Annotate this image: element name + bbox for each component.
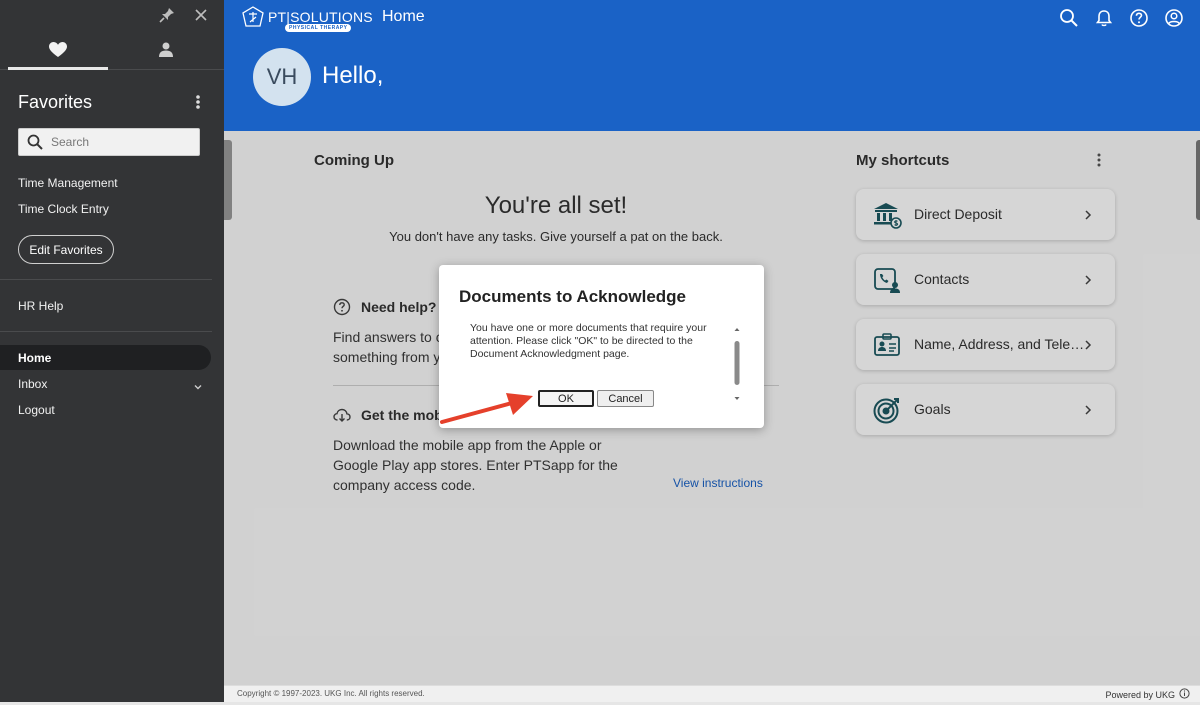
logo-mark-icon xyxy=(242,6,264,28)
favorite-time-clock-entry[interactable]: Time Clock Entry xyxy=(18,202,109,216)
search-input[interactable] xyxy=(51,133,191,151)
copyright-text: Copyright © 1997-2023. UKG Inc. All righ… xyxy=(237,689,425,698)
greeting: Hello, xyxy=(322,62,384,89)
info-icon[interactable] xyxy=(1179,688,1190,701)
company-logo[interactable]: PT|SOLUTIONS PHYSICAL THERAPY xyxy=(242,4,373,32)
close-icon[interactable] xyxy=(192,6,210,24)
sidebar-divider xyxy=(0,279,212,280)
hr-help-link[interactable]: HR Help xyxy=(18,299,63,313)
search-icon[interactable] xyxy=(1059,8,1079,28)
search-icon xyxy=(27,134,43,150)
dialog-message: You have one or more documents that requ… xyxy=(470,322,707,360)
page-title: Home xyxy=(382,8,425,25)
favorites-search[interactable] xyxy=(18,128,200,156)
bell-icon[interactable] xyxy=(1094,8,1114,28)
nav-inbox[interactable]: Inbox xyxy=(18,377,47,391)
sidebar-tabs xyxy=(0,34,224,70)
sidebar: Favorites Time Management Time Clock Ent… xyxy=(0,0,224,702)
nav-home-label: Home xyxy=(18,351,52,365)
annotation-arrow-icon xyxy=(440,393,533,424)
favorites-title: Favorites xyxy=(18,92,93,112)
chevron-down-icon[interactable] xyxy=(193,379,203,390)
footer: Copyright © 1997-2023. UKG Inc. All righ… xyxy=(224,685,1200,702)
nav-home[interactable]: Home xyxy=(0,345,211,370)
cancel-button[interactable]: Cancel xyxy=(597,390,654,407)
sidebar-top-actions xyxy=(158,6,210,24)
dialog-title: Documents to Acknowledge xyxy=(459,287,687,306)
sidebar-divider xyxy=(0,331,212,332)
dialog-scrollbar[interactable] xyxy=(733,325,741,403)
help-icon[interactable] xyxy=(1129,8,1149,28)
favorite-time-management[interactable]: Time Management xyxy=(18,176,118,190)
tab-favorites[interactable] xyxy=(8,34,108,70)
powered-by: Powered by UKG xyxy=(1105,688,1190,701)
heart-icon xyxy=(49,41,67,63)
powered-by-text: Powered by UKG xyxy=(1105,689,1175,700)
top-header: PT|SOLUTIONS PHYSICAL THERAPY Home VH He… xyxy=(224,0,1200,131)
tab-profile[interactable] xyxy=(116,34,216,70)
logo-text: PT|SOLUTIONS xyxy=(268,9,373,25)
logo-subtext: PHYSICAL THERAPY xyxy=(285,24,352,32)
pin-icon[interactable] xyxy=(158,6,176,24)
ok-button[interactable]: OK xyxy=(538,390,594,407)
edit-favorites-button[interactable]: Edit Favorites xyxy=(18,235,114,264)
account-icon[interactable] xyxy=(1164,8,1184,28)
person-icon xyxy=(159,42,173,62)
favorites-menu-icon[interactable] xyxy=(190,92,206,112)
header-actions xyxy=(1059,8,1184,28)
app-window: Favorites Time Management Time Clock Ent… xyxy=(0,0,1200,705)
nav-logout[interactable]: Logout xyxy=(18,403,55,417)
avatar[interactable]: VH xyxy=(253,48,311,106)
